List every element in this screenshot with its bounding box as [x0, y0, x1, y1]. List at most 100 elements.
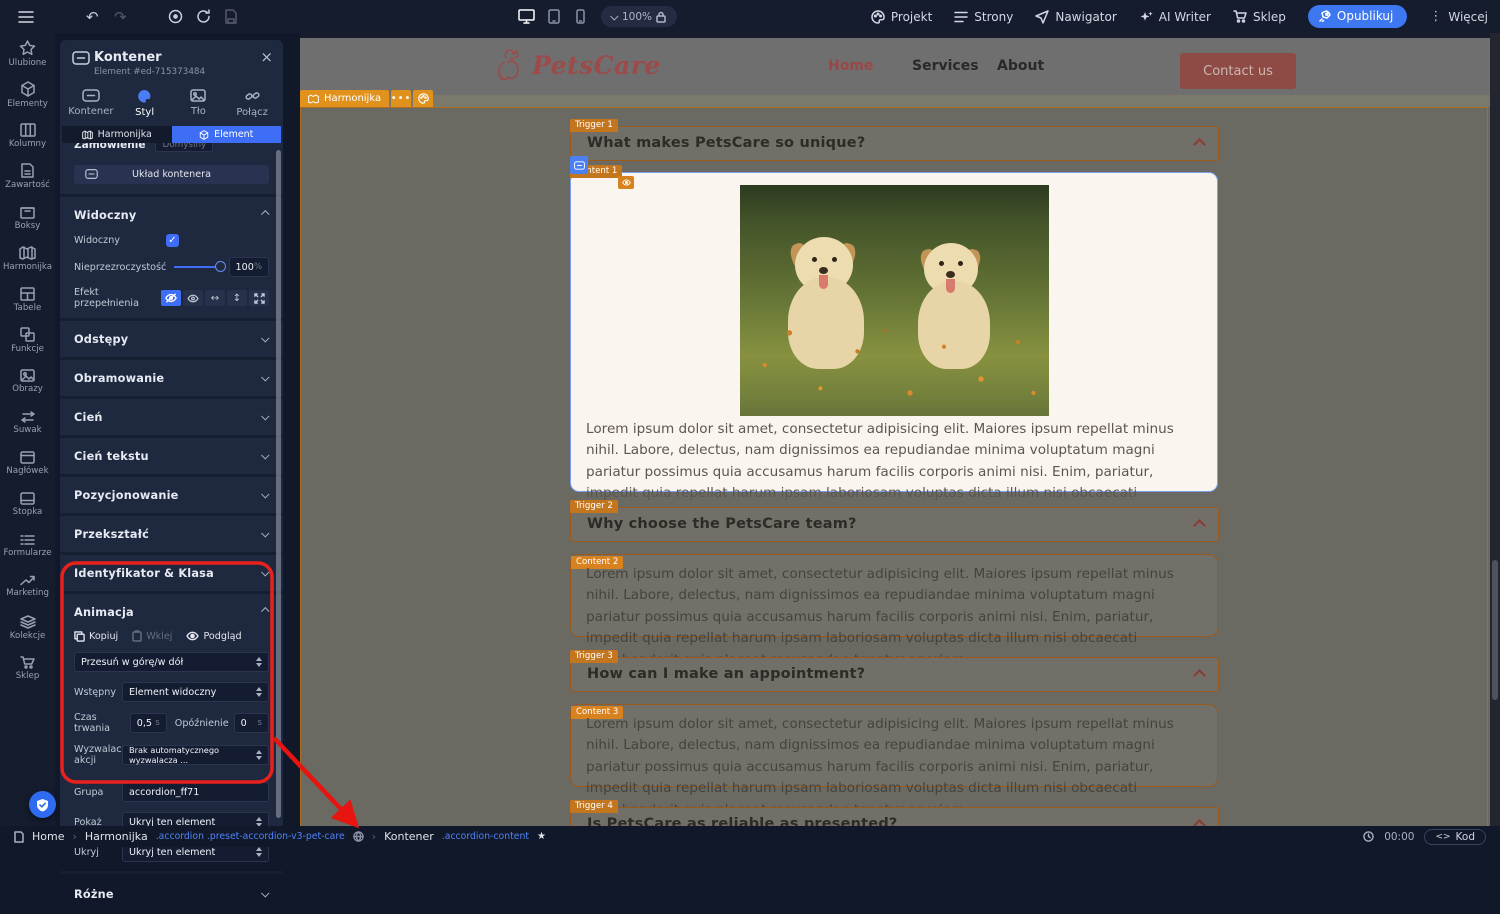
tab-styl[interactable]: Styl [118, 89, 172, 118]
device-desktop-icon[interactable] [518, 0, 535, 33]
breadcrumb-kontener[interactable]: Kontener [384, 830, 434, 843]
device-mobile-icon[interactable] [576, 0, 585, 33]
menu-wiecej[interactable]: ⋮Więcej [1429, 9, 1488, 24]
section-animacja-header[interactable]: Animacja [74, 603, 269, 621]
sidebar-item-harmonijka[interactable]: Harmonijka [0, 238, 55, 279]
subtab-harmonijka[interactable]: Harmonijka [62, 126, 172, 143]
sidebar-item-sklep[interactable]: Sklep [0, 648, 55, 689]
save-icon[interactable] [224, 0, 238, 33]
action-trigger-select[interactable]: Brak automatycznego wyzwalacza ... [122, 745, 269, 765]
sidebar-item-obrazy[interactable]: Obrazy [0, 361, 55, 402]
sidebar-item-marketing[interactable]: Marketing [0, 566, 55, 607]
tab-polacz[interactable]: Połącz [225, 89, 279, 118]
container-layout-button[interactable]: Układ kontenera [74, 165, 269, 184]
trust-shield-badge[interactable] [29, 791, 56, 818]
visible-checkbox[interactable]: ✓ [166, 234, 179, 247]
refresh-icon[interactable] [196, 0, 211, 33]
order-select[interactable]: Domyślny [155, 143, 213, 152]
slider-knob[interactable] [215, 261, 226, 272]
overflow-hidden-button[interactable] [161, 290, 181, 306]
group-input[interactable]: accordion_ff71 [122, 782, 269, 802]
menu-ai-writer[interactable]: AI Writer [1139, 10, 1211, 24]
subtab-element[interactable]: Element [172, 126, 282, 143]
accordion-trigger-1[interactable]: Trigger 1 What makes PetsCare so unique? [570, 126, 1219, 161]
section-przeksztalc-header[interactable]: Przekształć [74, 525, 269, 543]
chevron-up-icon[interactable] [1193, 519, 1206, 532]
nav-services[interactable]: Services [912, 58, 979, 74]
paste-button[interactable]: Wklej [132, 630, 172, 642]
sidebar-item-ulubione[interactable]: Ulubione [0, 33, 55, 74]
sidebar-item-funkcje[interactable]: Funkcje [0, 320, 55, 361]
code-button[interactable]: <>Kod [1424, 829, 1486, 845]
animation-type-select[interactable]: Przesuń w górę/w dół [74, 652, 269, 672]
sidebar-item-naglowek[interactable]: Nagłówek [0, 443, 55, 484]
breadcrumb-harmonijka-class[interactable]: .accordion .preset-accordion-v3-pet-care [156, 831, 345, 842]
breadcrumb-kontener-class[interactable]: .accordion-content [442, 831, 529, 842]
accordion-content-3[interactable]: Content 3 Lorem ipsum dolor sit amet, co… [570, 704, 1218, 787]
breadcrumb-harmonijka[interactable]: Harmonijka [85, 830, 148, 843]
menu-nawigator[interactable]: Nawigator [1035, 10, 1116, 24]
nav-home[interactable]: Home [828, 58, 873, 74]
close-icon[interactable]: × [260, 48, 273, 66]
sidebar-item-zawartosc[interactable]: Zawartość [0, 156, 55, 197]
section-odstepy-header[interactable]: Odstępy [74, 330, 269, 348]
accordion-content-1[interactable]: Content 1 [570, 172, 1218, 492]
sidebar-item-stopka[interactable]: Stopka [0, 484, 55, 525]
section-pozycjonowanie-header[interactable]: Pozycjonowanie [74, 486, 269, 504]
accordion-trigger-3[interactable]: Trigger 3 How can I make an appointment? [570, 657, 1219, 692]
menu-strony[interactable]: Strony [954, 10, 1013, 24]
overflow-auto-button[interactable] [249, 290, 269, 306]
section-rozne-header[interactable]: Różne [74, 885, 269, 903]
delay-input[interactable]: 0s [234, 713, 269, 733]
canvas-scrollbar[interactable] [1490, 33, 1500, 826]
overflow-scroll-x-button[interactable]: ↔ [205, 290, 225, 306]
selection-more-button[interactable]: ••• [391, 90, 411, 107]
zoom-control[interactable]: 100% [601, 6, 677, 27]
section-identyfikator-header[interactable]: Identyfikator & Klasa [74, 564, 269, 582]
tab-tlo[interactable]: Tło [172, 89, 226, 118]
publish-button[interactable]: Opublikuj [1308, 5, 1407, 28]
sidebar-item-boksy[interactable]: Boksy [0, 197, 55, 238]
content-1-visibility-chip[interactable] [618, 176, 634, 189]
overflow-visible-button[interactable] [183, 290, 203, 306]
menu-projekt[interactable]: Projekt [871, 10, 932, 24]
section-widoczny-header[interactable]: Widoczny [74, 206, 269, 224]
breadcrumb-home[interactable]: Home [32, 830, 64, 843]
sidebar-item-kolumny[interactable]: Kolumny [0, 115, 55, 156]
contact-us-button[interactable]: Contact us [1180, 53, 1296, 89]
opacity-slider[interactable] [174, 266, 220, 268]
section-obramowanie-header[interactable]: Obramowanie [74, 369, 269, 387]
canvas-scrollbar-thumb[interactable] [1492, 560, 1498, 700]
hamburger-menu-icon[interactable] [18, 0, 34, 33]
sidebar-item-kolekcje[interactable]: Kolekcje [0, 607, 55, 648]
section-cien-header[interactable]: Cień [74, 408, 269, 426]
preview-button[interactable]: Podgląd [186, 630, 241, 642]
sidebar-item-elementy[interactable]: Elementy [0, 74, 55, 115]
nav-about[interactable]: About [997, 58, 1044, 74]
redo-icon[interactable]: ↷ [114, 0, 127, 33]
section-cien-tekstu-header[interactable]: Cień tekstu [74, 447, 269, 465]
tab-kontener[interactable]: Kontener [64, 89, 118, 118]
device-tablet-icon[interactable] [548, 0, 560, 33]
sidebar-item-suwak[interactable]: Suwak [0, 402, 55, 443]
menu-sklep[interactable]: Sklep [1233, 10, 1286, 24]
opacity-input[interactable]: 100% [229, 257, 269, 277]
chevron-up-icon[interactable] [1193, 138, 1206, 151]
site-logo[interactable]: PetsCare [496, 48, 661, 82]
initial-state-select[interactable]: Element widoczny [122, 682, 269, 702]
accordion-trigger-2[interactable]: Trigger 2 Why choose the PetsCare team? [570, 507, 1219, 542]
undo-icon[interactable]: ↶ [86, 0, 99, 33]
selection-style-button[interactable] [413, 90, 433, 107]
overflow-scroll-y-button[interactable]: ↕ [227, 290, 247, 306]
element-handle-badge[interactable] [570, 156, 588, 174]
sidebar-item-formularze[interactable]: Formularze [0, 525, 55, 566]
copy-button[interactable]: Kopiuj [74, 630, 118, 642]
accordion-content-2[interactable]: Content 2 Lorem ipsum dolor sit amet, co… [570, 554, 1218, 637]
star-icon[interactable]: ★ [537, 831, 546, 842]
duration-input[interactable]: 0,5s [130, 713, 167, 733]
preview-icon[interactable] [168, 0, 183, 33]
chevron-up-icon[interactable] [1193, 669, 1206, 682]
sidebar-item-tabele[interactable]: Tabele [0, 279, 55, 320]
panel-scrollbar[interactable] [276, 150, 281, 818]
selection-badge-harmonijka[interactable]: Harmonijka [300, 90, 389, 107]
